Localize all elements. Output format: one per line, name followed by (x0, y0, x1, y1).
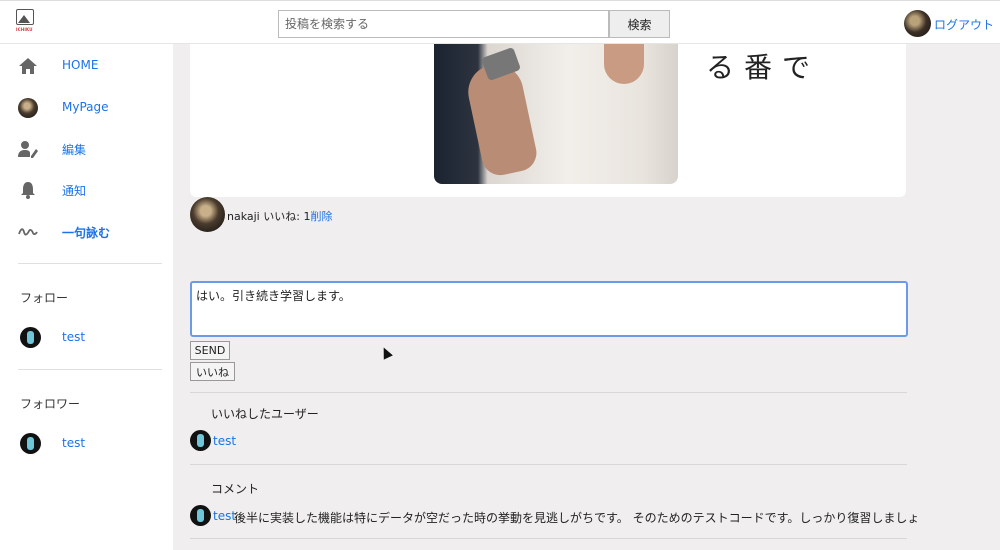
home-icon (19, 58, 37, 74)
logout-link[interactable]: ログアウト (934, 16, 994, 33)
author-name[interactable]: nakaji (227, 210, 260, 223)
photo-detail (604, 44, 644, 84)
follower-user[interactable]: test (20, 433, 170, 455)
image-icon (16, 9, 34, 25)
divider (190, 538, 907, 539)
divider (190, 392, 907, 393)
avatar[interactable] (190, 505, 211, 526)
top-header: ICHIKU 検索 ログアウト (0, 0, 1000, 44)
right-margin (919, 44, 1000, 550)
bell-icon (21, 182, 35, 199)
followers-heading: フォロワー (20, 397, 81, 411)
comment-text: 後半に実装した機能は特にデータが空だった時の挙動を見逃しがちです。 そのためのテ… (234, 511, 919, 525)
user-name-link[interactable]: test (62, 436, 85, 450)
sidebar-item-label: MyPage (62, 100, 109, 114)
liked-user[interactable]: test (190, 430, 390, 452)
likes-count: いいね: 1 (263, 210, 311, 223)
divider (190, 464, 907, 465)
post-meta-text: nakaji いいね: 1削除 (227, 208, 332, 224)
sidebar-item-label: 通知 (62, 184, 87, 198)
app-logo[interactable]: ICHIKU (16, 9, 36, 37)
sidebar-item-label: 編集 (62, 143, 87, 157)
sidebar: HOME MyPage 編集 通知 一句詠む フォロー test フォロワー t… (0, 44, 173, 550)
send-button[interactable]: SEND (190, 341, 230, 360)
like-button[interactable]: いいね (190, 362, 235, 381)
mouse-cursor-icon (379, 345, 393, 360)
user-name-link[interactable]: test (213, 434, 236, 448)
sidebar-item-compose[interactable]: 一句詠む (18, 220, 168, 242)
sidebar-item-label: HOME (62, 58, 99, 72)
sidebar-item-notifications[interactable]: 通知 (18, 178, 168, 200)
avatar (190, 430, 211, 451)
comment-user-link[interactable]: test (213, 509, 236, 523)
sidebar-item-label: 一句詠む (62, 226, 111, 240)
sidebar-item-edit[interactable]: 編集 (18, 137, 168, 159)
post-image (434, 44, 678, 184)
header-avatar[interactable] (904, 10, 931, 37)
avatar (20, 433, 41, 454)
user-edit-icon (18, 141, 38, 158)
likes-section-title: いいねしたユーザー (211, 407, 319, 421)
comment-item: test 後半に実装した機能は特にデータが空だった時の挙動を見逃しがちです。 そ… (190, 505, 919, 527)
user-name-link[interactable]: test (62, 330, 85, 344)
comment-input[interactable] (190, 281, 908, 337)
main-content: る番で nakaji いいね: 1削除 SEND いいね いいねしたユーザー t… (173, 44, 919, 550)
following-heading: フォロー (20, 291, 69, 305)
search-button[interactable]: 検索 (609, 10, 670, 38)
search-input[interactable] (278, 10, 609, 38)
post-meta: nakaji いいね: 1削除 (190, 197, 790, 233)
photo-detail (463, 59, 540, 179)
avatar (18, 98, 38, 118)
wave-icon (18, 228, 38, 236)
following-user[interactable]: test (20, 327, 170, 349)
divider (18, 369, 162, 370)
comments-section-title: コメント (211, 482, 260, 496)
sidebar-item-home[interactable]: HOME (18, 54, 168, 76)
delete-link[interactable]: 削除 (310, 210, 332, 223)
avatar (20, 327, 41, 348)
post-card: る番で (190, 44, 906, 197)
sidebar-item-mypage[interactable]: MyPage (18, 96, 168, 118)
logo-text: ICHIKU (16, 27, 33, 32)
avatar[interactable] (190, 197, 225, 232)
poem-text: る番で (706, 51, 821, 84)
divider (18, 263, 162, 264)
